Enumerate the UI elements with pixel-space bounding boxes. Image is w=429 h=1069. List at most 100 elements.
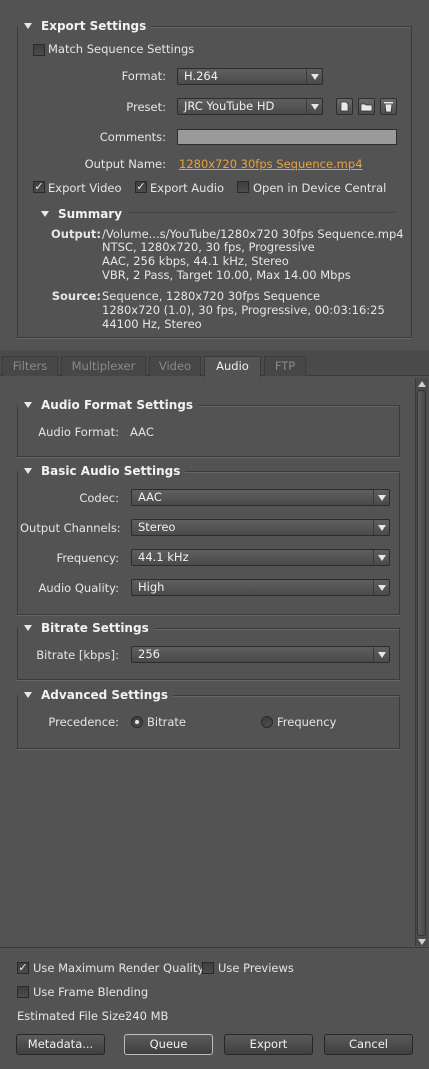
- export-button[interactable]: Export: [224, 1034, 313, 1055]
- save-preset-button[interactable]: [336, 98, 353, 115]
- summary-output-line-3: AAC, 256 kbps, 44.1 kHz, Stereo: [102, 254, 289, 268]
- bitrate-title: Bitrate Settings: [41, 621, 149, 635]
- chevron-down-icon: [373, 490, 389, 505]
- chevron-down-icon: [373, 580, 389, 595]
- chevron-down-icon: [373, 520, 389, 535]
- frame-blending-checkbox[interactable]: [17, 986, 29, 998]
- audio-quality-label: Audio Quality:: [38, 581, 119, 595]
- tab-ftp[interactable]: FTP: [264, 356, 306, 376]
- export-settings-title: Export Settings: [41, 19, 147, 33]
- export-video-label: Export Video: [48, 181, 122, 195]
- collapse-triangle-icon[interactable]: [24, 625, 32, 631]
- import-preset-button[interactable]: [358, 98, 375, 115]
- trash-icon: [384, 102, 393, 113]
- summary-divider: [118, 212, 396, 213]
- collapse-triangle-icon[interactable]: [24, 468, 32, 474]
- bitrate-radio-label: Bitrate: [147, 715, 186, 729]
- scroll-down-arrow-icon[interactable]: [418, 939, 426, 945]
- queue-button[interactable]: Queue: [124, 1034, 213, 1055]
- summary-output-label: Output:: [51, 227, 101, 241]
- delete-preset-button[interactable]: [380, 98, 397, 115]
- bitrate-label: Bitrate [kbps]:: [36, 648, 119, 662]
- device-central-checkbox[interactable]: [237, 181, 249, 193]
- codec-label: Codec:: [79, 491, 119, 505]
- output-channels-label: Output Channels:: [20, 521, 121, 535]
- output-channels-dropdown[interactable]: Stereo: [131, 519, 390, 536]
- collapse-triangle-icon[interactable]: [24, 692, 32, 698]
- tab-audio[interactable]: Audio: [204, 356, 261, 377]
- frequency-label: Frequency:: [56, 551, 119, 565]
- frequency-radio[interactable]: [261, 716, 273, 728]
- codec-dropdown[interactable]: AAC: [131, 489, 390, 506]
- preset-value: JRC YouTube HD: [184, 99, 275, 113]
- tab-multiplexer[interactable]: Multiplexer: [61, 356, 146, 376]
- bitrate-header[interactable]: Bitrate Settings: [18, 620, 154, 636]
- cancel-button[interactable]: Cancel: [324, 1034, 413, 1055]
- advanced-header[interactable]: Advanced Settings: [18, 687, 174, 703]
- file-size-value: 240 MB: [125, 1009, 169, 1023]
- device-central-label: Open in Device Central: [253, 181, 387, 195]
- scroll-up-arrow-icon[interactable]: [418, 381, 426, 387]
- file-size-label: Estimated File Size:: [17, 1009, 130, 1023]
- use-previews-checkbox[interactable]: [202, 962, 214, 974]
- collapse-triangle-icon[interactable]: [24, 23, 32, 29]
- summary-source-line-3: 44100 Hz, Stereo: [102, 317, 202, 331]
- metadata-button[interactable]: Metadata...: [16, 1034, 105, 1055]
- chevron-down-icon: [306, 69, 322, 84]
- codec-value: AAC: [138, 490, 162, 504]
- bitrate-radio[interactable]: [131, 716, 143, 728]
- folder-icon: [360, 103, 373, 112]
- chevron-down-icon: [373, 550, 389, 565]
- tab-filters[interactable]: Filters: [2, 356, 58, 376]
- chevron-down-icon: [306, 99, 322, 114]
- basic-audio-title: Basic Audio Settings: [41, 464, 181, 478]
- summary-title: Summary: [58, 207, 123, 221]
- match-sequence-label: Match Sequence Settings: [48, 42, 195, 56]
- format-value: H.264: [184, 69, 219, 83]
- summary-source-label: Source:: [51, 289, 101, 303]
- audio-quality-dropdown[interactable]: High: [131, 579, 390, 596]
- output-name-label: Output Name:: [84, 157, 166, 171]
- match-sequence-checkbox[interactable]: [33, 44, 45, 56]
- audio-format-header[interactable]: Audio Format Settings: [18, 397, 198, 413]
- advanced-title: Advanced Settings: [41, 688, 169, 702]
- export-settings-header[interactable]: Export Settings: [18, 18, 152, 34]
- document-icon: [340, 101, 349, 112]
- export-audio-checkbox[interactable]: ✓: [135, 181, 147, 193]
- audio-format-title: Audio Format Settings: [41, 398, 193, 412]
- output-name-link[interactable]: 1280x720 30fps Sequence.mp4: [179, 157, 363, 171]
- bitrate-dropdown[interactable]: 256: [131, 646, 390, 663]
- summary-output-line-2: NTSC, 1280x720, 30 fps, Progressive: [102, 240, 315, 254]
- tab-video[interactable]: Video: [149, 356, 201, 376]
- scroll-thumb[interactable]: [417, 390, 426, 936]
- footer-divider: [0, 947, 429, 948]
- audio-format-label: Audio Format:: [38, 425, 119, 439]
- collapse-triangle-icon[interactable]: [24, 402, 32, 408]
- bitrate-value: 256: [138, 647, 160, 661]
- output-channels-value: Stereo: [138, 520, 176, 534]
- summary-output-line-1: /Volume...s/YouTube/1280x720 30fps Seque…: [102, 227, 404, 241]
- max-render-label: Use Maximum Render Quality: [33, 961, 205, 975]
- use-previews-label: Use Previews: [218, 961, 294, 975]
- export-video-checkbox[interactable]: ✓: [33, 181, 45, 193]
- summary-source-line-2: 1280x720 (1.0), 30 fps, Progressive, 00:…: [102, 303, 385, 317]
- comments-input[interactable]: [177, 129, 397, 145]
- summary-header[interactable]: Summary: [35, 206, 129, 222]
- frequency-radio-label: Frequency: [277, 715, 337, 729]
- preset-dropdown[interactable]: JRC YouTube HD: [177, 98, 323, 115]
- format-label: Format:: [121, 69, 166, 83]
- format-dropdown[interactable]: H.264: [177, 68, 323, 85]
- frequency-dropdown[interactable]: 44.1 kHz: [131, 549, 390, 566]
- basic-audio-header[interactable]: Basic Audio Settings: [18, 463, 186, 479]
- summary-source-line-1: Sequence, 1280x720 30fps Sequence: [102, 289, 321, 303]
- frame-blending-label: Use Frame Blending: [33, 985, 149, 999]
- audio-quality-value: High: [138, 580, 165, 594]
- audio-format-value: AAC: [130, 425, 154, 439]
- precedence-label: Precedence:: [48, 715, 119, 729]
- collapse-triangle-icon[interactable]: [41, 211, 49, 217]
- frequency-value: 44.1 kHz: [138, 550, 189, 564]
- max-render-checkbox[interactable]: ✓: [17, 962, 29, 974]
- comments-label: Comments:: [99, 130, 166, 144]
- preset-label: Preset:: [126, 100, 166, 114]
- summary-output-line-4: VBR, 2 Pass, Target 10.00, Max 14.00 Mbp…: [102, 268, 351, 282]
